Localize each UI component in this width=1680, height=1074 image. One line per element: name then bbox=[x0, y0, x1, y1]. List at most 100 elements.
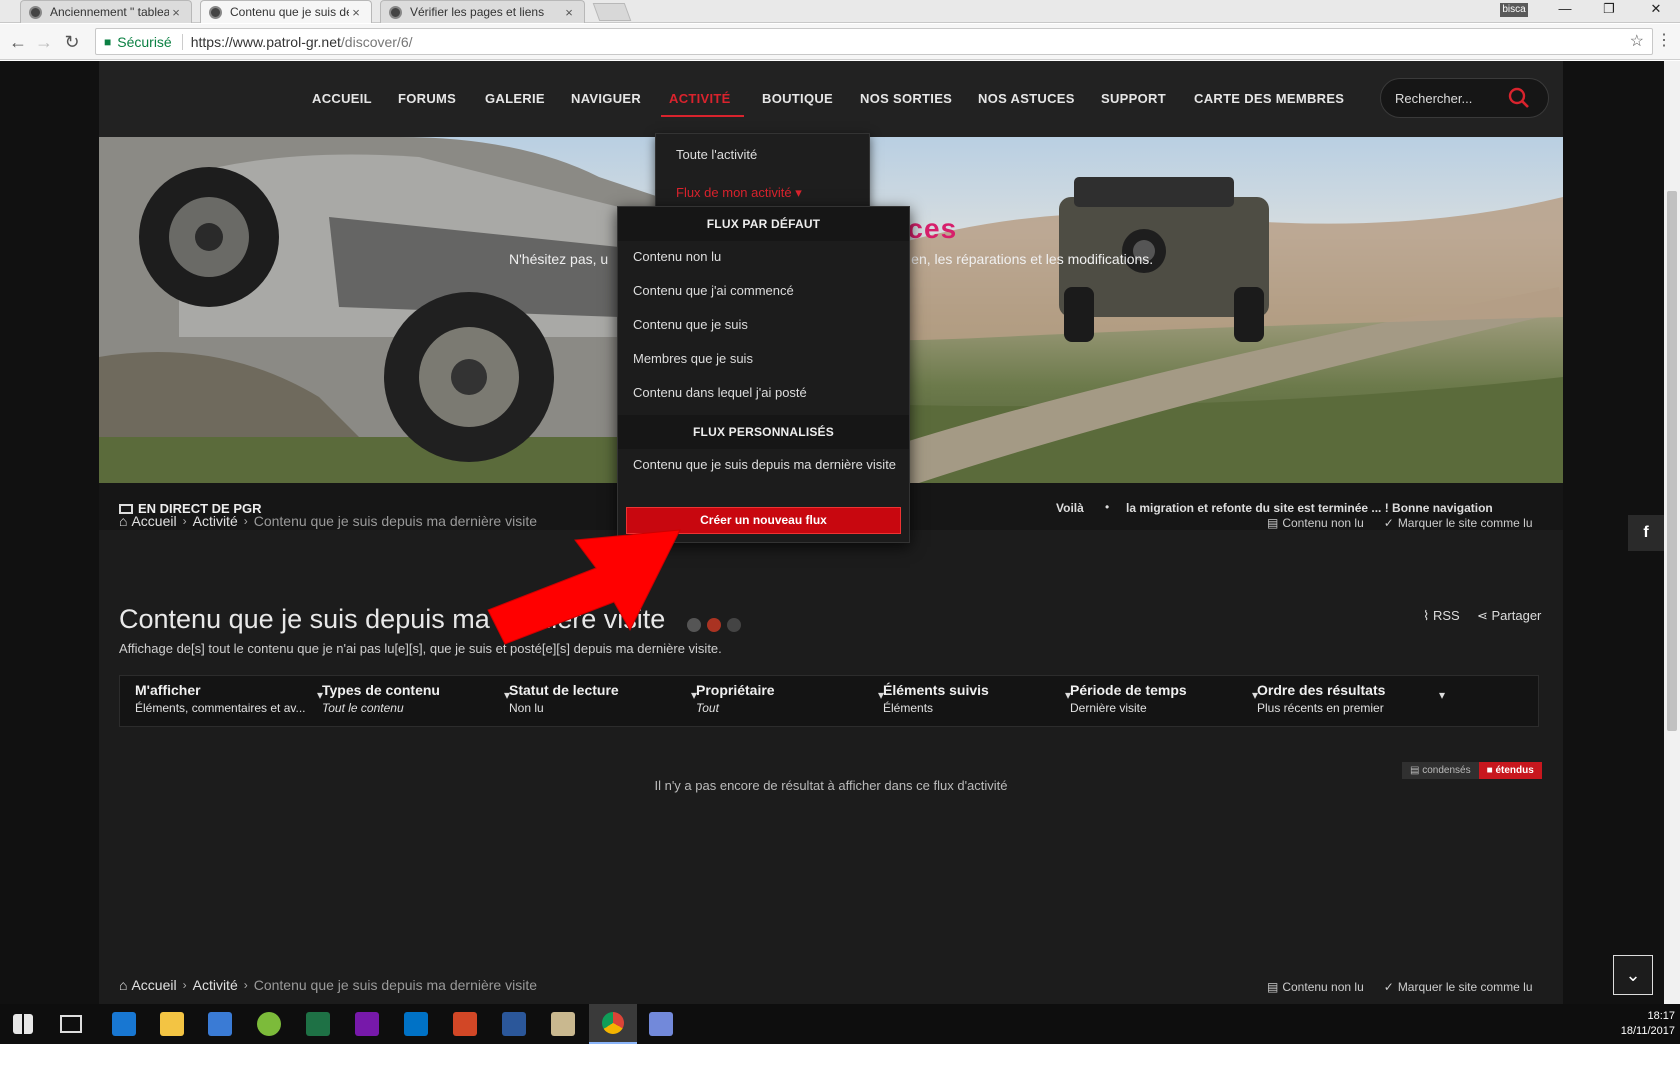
breadcrumb: ⌂ Accueil › Activité › Contenu que je su… bbox=[119, 513, 537, 529]
default-streams-header: FLUX PAR DÉFAUT bbox=[618, 207, 909, 241]
delete-icon[interactable] bbox=[707, 618, 721, 632]
nav-activite[interactable]: ACTIVITÉ bbox=[669, 91, 731, 106]
ticker-message-2[interactable]: la migration et refonte du site est term… bbox=[1126, 501, 1526, 515]
view-extended-button[interactable]: ■ étendus bbox=[1478, 762, 1542, 779]
unread-content-link[interactable]: Contenu non lu bbox=[1282, 980, 1363, 994]
nav-accueil[interactable]: ACCUEIL bbox=[312, 91, 372, 106]
create-stream-button[interactable]: Créer un nouveau flux bbox=[626, 507, 901, 534]
filter-read-status[interactable]: Statut de lecture Non lu ▾ bbox=[509, 682, 699, 722]
discord-icon[interactable] bbox=[649, 1012, 673, 1036]
filter-value: Plus récents en premier bbox=[1257, 701, 1384, 715]
browser-menu-icon[interactable]: ⋮ bbox=[1654, 30, 1674, 54]
tab-title: Anciennement " tableau bbox=[50, 5, 169, 19]
filter-value: Non lu bbox=[509, 701, 544, 715]
forward-icon[interactable]: → bbox=[32, 30, 56, 54]
bookmark-star-icon[interactable]: ☆ bbox=[1630, 31, 1644, 51]
filter-time-period[interactable]: Période de temps Dernière visite ▾ bbox=[1070, 682, 1260, 722]
address-bar[interactable]: ■ Sécurisé https://www.patrol-gr.net/dis… bbox=[95, 28, 1653, 55]
nav-forums[interactable]: FORUMS bbox=[398, 91, 456, 106]
clock-date: 18/11/2017 bbox=[1620, 1025, 1675, 1037]
nav-nos-sorties[interactable]: NOS SORTIES bbox=[860, 91, 952, 106]
filter-show[interactable]: M'afficher Éléments, commentaires et av..… bbox=[135, 682, 325, 722]
nav-nos-astuces[interactable]: NOS ASTUCES bbox=[978, 91, 1075, 106]
stream-item[interactable]: Contenu que je suis bbox=[633, 317, 748, 332]
browser-tab-3[interactable]: Vérifier les pages et liens × bbox=[380, 0, 585, 23]
breadcrumb-current: Contenu que je suis depuis ma dernière v… bbox=[253, 977, 538, 993]
custom-stream-item[interactable]: Contenu que je suis depuis ma dernière v… bbox=[633, 457, 896, 472]
window-close-icon[interactable]: ✕ bbox=[1637, 0, 1675, 20]
edge-icon[interactable] bbox=[112, 1012, 136, 1036]
filter-followed[interactable]: Éléments suivis Éléments ▾ bbox=[883, 682, 1073, 722]
url-text[interactable]: https://www.patrol-gr.net/discover/6/ bbox=[191, 34, 413, 50]
filter-bar: M'afficher Éléments, commentaires et av..… bbox=[119, 675, 1539, 727]
breadcrumb-section[interactable]: Activité bbox=[193, 977, 238, 993]
breadcrumb-home[interactable]: Accueil bbox=[131, 513, 176, 529]
search-box[interactable]: Rechercher... bbox=[1380, 78, 1549, 118]
back-icon[interactable]: ← bbox=[6, 30, 30, 54]
ticker-message-1[interactable]: Voilà bbox=[1056, 501, 1084, 515]
facebook-icon[interactable]: f bbox=[1628, 515, 1664, 551]
nav-galerie[interactable]: GALERIE bbox=[485, 91, 545, 106]
store-icon[interactable] bbox=[208, 1012, 232, 1036]
onenote-icon[interactable] bbox=[355, 1012, 379, 1036]
rss-button[interactable]: ⌇ RSS bbox=[1423, 608, 1460, 624]
site-nav: ACCUEIL FORUMS GALERIE NAVIGUER ACTIVITÉ… bbox=[99, 61, 1563, 137]
tab-close-icon[interactable]: × bbox=[169, 5, 183, 20]
browser-tab-2[interactable]: Contenu que je suis dep × bbox=[200, 0, 372, 23]
search-icon[interactable] bbox=[1508, 87, 1530, 109]
tab-close-icon[interactable]: × bbox=[562, 5, 576, 20]
photos-icon[interactable] bbox=[257, 1012, 281, 1036]
filter-label: Éléments suivis bbox=[883, 682, 989, 698]
tab-title: Vérifier les pages et liens bbox=[410, 5, 545, 19]
secure-label: Sécurisé bbox=[117, 33, 183, 50]
profile-badge[interactable]: bisca bbox=[1500, 3, 1528, 17]
stream-item[interactable]: Membres que je suis bbox=[633, 351, 753, 366]
search-input[interactable]: Rechercher... bbox=[1395, 91, 1472, 106]
tab-close-icon[interactable]: × bbox=[349, 5, 363, 20]
filter-owner[interactable]: Propriétaire Tout ▾ bbox=[696, 682, 886, 722]
restore-icon[interactable]: ❐ bbox=[1590, 0, 1628, 20]
breadcrumb-home[interactable]: Accueil bbox=[131, 977, 176, 993]
mark-read-link[interactable]: Marquer le site comme lu bbox=[1398, 980, 1533, 994]
windows-start-icon[interactable] bbox=[13, 1014, 33, 1034]
excel-icon[interactable] bbox=[306, 1012, 330, 1036]
edit-icon[interactable] bbox=[687, 618, 701, 632]
stream-item[interactable]: Contenu non lu bbox=[633, 249, 721, 264]
nav-naviguer[interactable]: NAVIGUER bbox=[571, 91, 641, 106]
share-button[interactable]: ⋖ Partager bbox=[1477, 608, 1541, 624]
stream-item[interactable]: Contenu dans lequel j'ai posté bbox=[633, 385, 807, 400]
scroll-down-icon[interactable]: ⌄ bbox=[1613, 955, 1653, 995]
outlook-icon[interactable] bbox=[404, 1012, 428, 1036]
minimize-icon[interactable]: — bbox=[1546, 0, 1584, 20]
scrollbar-thumb[interactable] bbox=[1667, 191, 1677, 731]
menu-my-streams[interactable]: Flux de mon activité ▾ bbox=[676, 185, 802, 201]
task-view-icon[interactable] bbox=[60, 1015, 82, 1033]
unread-content-link[interactable]: Contenu non lu bbox=[1282, 516, 1363, 530]
nav-boutique[interactable]: BOUTIQUE bbox=[762, 91, 833, 106]
chrome-taskbar-button[interactable] bbox=[589, 1004, 637, 1044]
new-tab-button[interactable] bbox=[592, 3, 632, 21]
reload-icon[interactable]: ↻ bbox=[60, 30, 84, 54]
filter-sort-order[interactable]: Ordre des résultats Plus récents en premi… bbox=[1257, 682, 1447, 722]
browser-tab-1[interactable]: Anciennement " tableau × bbox=[20, 0, 192, 23]
file-explorer-icon[interactable] bbox=[160, 1012, 184, 1036]
filter-label: Période de temps bbox=[1070, 682, 1187, 698]
powerpoint-icon[interactable] bbox=[453, 1012, 477, 1036]
nav-carte-des-membres[interactable]: CARTE DES MEMBRES bbox=[1194, 91, 1344, 106]
filter-value: Tout bbox=[696, 701, 719, 715]
nav-support[interactable]: SUPPORT bbox=[1101, 91, 1166, 106]
mark-read-link[interactable]: Marquer le site comme lu bbox=[1398, 516, 1533, 530]
hero-text-right: en, les réparations et les modifications… bbox=[911, 251, 1154, 267]
vertical-scrollbar[interactable] bbox=[1664, 61, 1680, 1004]
view-condensed-button[interactable]: ▤ condensés bbox=[1402, 762, 1479, 779]
menu-all-activity[interactable]: Toute l'activité bbox=[676, 147, 757, 162]
notepad-icon[interactable] bbox=[551, 1012, 575, 1036]
site-favicon bbox=[29, 5, 42, 19]
filter-content-type[interactable]: Types de contenu Tout le contenu ▾ bbox=[322, 682, 512, 722]
filter-label: M'afficher bbox=[135, 682, 201, 698]
breadcrumb-section[interactable]: Activité bbox=[193, 513, 238, 529]
word-icon[interactable] bbox=[502, 1012, 526, 1036]
taskbar-clock[interactable]: 18:17 18/11/2017 bbox=[1605, 1009, 1675, 1039]
default-icon[interactable] bbox=[727, 618, 741, 632]
stream-item[interactable]: Contenu que j'ai commencé bbox=[633, 283, 794, 298]
